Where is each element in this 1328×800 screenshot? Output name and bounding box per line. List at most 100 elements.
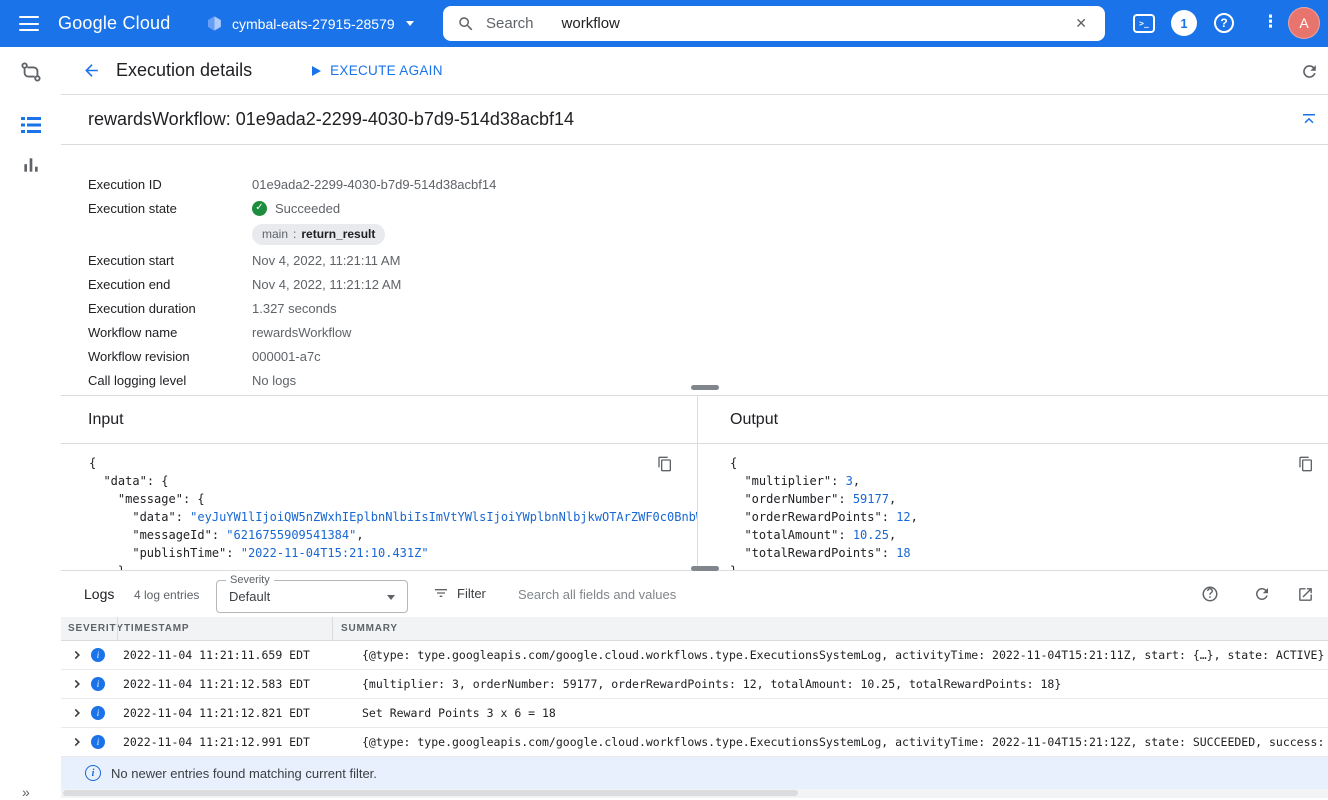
severity-value: Default	[229, 589, 270, 604]
notifications-badge[interactable]: 1	[1171, 10, 1197, 36]
copy-output-icon[interactable]	[1296, 454, 1316, 474]
collapse-all-icon[interactable]	[1298, 109, 1320, 131]
left-nav-rail: »	[0, 47, 61, 798]
filter-button[interactable]: Filter	[433, 585, 486, 601]
log-table-row[interactable]: i2022-11-04 11:21:12.821 EDTSet Reward P…	[61, 699, 1328, 728]
detail-label: Execution state	[88, 201, 252, 216]
execution-state-value: Succeeded	[275, 201, 340, 216]
chevron-down-icon	[406, 21, 414, 26]
logs-title: Logs	[84, 586, 114, 602]
info-icon: i	[85, 765, 101, 781]
logs-refresh-icon[interactable]	[1252, 584, 1272, 604]
detail-value: Nov 4, 2022, 11:21:11 AM	[252, 253, 400, 268]
execution-heading: rewardsWorkflow: 01e9ada2-2299-4030-b7d9…	[88, 109, 574, 130]
info-severity-icon: i	[91, 735, 105, 749]
code-line: "data": {	[89, 472, 697, 490]
log-table-body: i2022-11-04 11:21:11.659 EDT{@type: type…	[61, 641, 1328, 757]
code-line: "multiplier": 3,	[730, 472, 1328, 490]
detail-label: Execution end	[88, 277, 252, 292]
column-header-severity: SEVERITY	[61, 623, 117, 634]
menu-icon[interactable]	[19, 16, 39, 31]
sidebar-item-metrics[interactable]	[18, 152, 44, 178]
refresh-icon[interactable]	[1298, 60, 1320, 82]
help-icon[interactable]: ?	[1214, 13, 1234, 33]
detail-value: Nov 4, 2022, 11:21:12 AM	[252, 277, 401, 292]
column-header-timestamp: TIMESTAMP	[117, 617, 332, 640]
avatar[interactable]: A	[1288, 7, 1320, 39]
log-severity-cell: i	[61, 677, 117, 691]
search-input-value[interactable]: workflow	[562, 15, 620, 32]
project-icon	[206, 15, 223, 32]
log-severity-cell: i	[61, 648, 117, 662]
detail-row: Execution state ✓ Succeeded	[88, 196, 781, 220]
detail-value: 000001-a7c	[252, 349, 321, 364]
detail-label: Workflow name	[88, 325, 252, 340]
output-code: { "multiplier": 3, "orderNumber": 59177,…	[730, 454, 1328, 570]
project-name: cymbal-eats-27915-28579	[232, 16, 395, 32]
sidebar-item-executions[interactable]	[18, 112, 44, 138]
severity-label: Severity	[226, 574, 274, 586]
horizontal-resize-handle[interactable]	[691, 566, 719, 571]
execution-toolbar: Execution details EXECUTE AGAIN	[61, 47, 1328, 95]
cloud-shell-icon[interactable]: >_	[1133, 14, 1155, 33]
code-line: {	[730, 454, 1328, 472]
log-summary: {multiplier: 3, orderNumber: 59177, orde…	[332, 677, 1328, 691]
execution-id-value: 01e9ada2-2299-4030-b7d9-514d38acbf14	[252, 177, 496, 192]
info-severity-icon: i	[91, 648, 105, 662]
final-step-chip: main : return_result	[252, 224, 385, 245]
log-table-row[interactable]: i2022-11-04 11:21:12.583 EDT{multiplier:…	[61, 670, 1328, 699]
project-selector[interactable]: cymbal-eats-27915-28579	[206, 0, 414, 47]
final-step-row: main : return_result	[88, 220, 781, 248]
success-check-icon: ✓	[252, 201, 267, 216]
detail-row: Call logging level No logs	[88, 368, 781, 392]
scrollbar-thumb[interactable]	[63, 790, 798, 796]
logs-search-input[interactable]: Search all fields and values	[518, 587, 676, 602]
workflows-product-icon[interactable]	[18, 59, 44, 85]
chip-separator: :	[293, 227, 296, 241]
log-timestamp: 2022-11-04 11:21:12.991 EDT	[117, 735, 332, 749]
more-options-icon[interactable]: ⋮	[1258, 12, 1283, 32]
logs-toolbar: Logs 4 log entries Severity Default Filt…	[61, 570, 1328, 617]
copy-input-icon[interactable]	[655, 454, 675, 474]
info-banner: i No newer entries found matching curren…	[61, 757, 1328, 789]
log-severity-cell: i	[61, 706, 117, 720]
detail-row: Execution duration 1.327 seconds	[88, 296, 781, 320]
detail-value: 1.327 seconds	[252, 301, 337, 316]
code-line: }	[89, 562, 697, 570]
detail-row: Workflow revision 000001-a7c	[88, 344, 781, 368]
detail-row: Execution start Nov 4, 2022, 11:21:11 AM	[88, 248, 781, 272]
severity-dropdown[interactable]: Severity Default	[216, 580, 408, 613]
horizontal-scrollbar	[61, 789, 1328, 798]
back-arrow-icon[interactable]	[81, 61, 101, 81]
chevron-down-icon	[387, 595, 395, 600]
execute-again-button[interactable]: EXECUTE AGAIN	[312, 63, 443, 78]
expand-chevron-icon[interactable]	[73, 708, 82, 718]
code-line: "totalRewardPoints": 18	[730, 544, 1328, 562]
logs-help-icon[interactable]	[1200, 584, 1220, 604]
open-in-new-icon[interactable]	[1295, 584, 1315, 604]
output-panel: Output { "multiplier": 3, "orderNumber":…	[698, 396, 1328, 570]
detail-label: Execution start	[88, 253, 252, 268]
banner-message: No newer entries found matching current …	[111, 766, 377, 781]
clear-search-icon[interactable]: ✕	[1071, 13, 1091, 34]
expand-chevron-icon[interactable]	[73, 650, 82, 660]
log-table-header: SEVERITY TIMESTAMP SUMMARY	[61, 617, 1328, 641]
google-cloud-logo[interactable]: Google Cloud	[58, 13, 170, 34]
gcp-top-bar: Google Cloud cymbal-eats-27915-28579 Sea…	[0, 0, 1328, 47]
log-table-row[interactable]: i2022-11-04 11:21:12.991 EDT{@type: type…	[61, 728, 1328, 757]
search-icon	[457, 15, 475, 33]
input-code: { "data": { "message": { "data": "eyJuYW…	[89, 454, 697, 570]
detail-row: Workflow name rewardsWorkflow	[88, 320, 781, 344]
log-timestamp: 2022-11-04 11:21:11.659 EDT	[117, 648, 332, 662]
expand-chevron-icon[interactable]	[73, 737, 82, 747]
input-output-split: Input { "data": { "message": { "data": "…	[61, 395, 1328, 570]
horizontal-resize-handle[interactable]	[691, 385, 719, 390]
search-bar[interactable]: Search workflow ✕	[443, 6, 1105, 41]
chip-step: return_result	[301, 227, 375, 241]
expand-chevron-icon[interactable]	[73, 679, 82, 689]
code-line: "data": "eyJuYW1lIjoiQW5nZWxhIEplbnNlbiI…	[89, 508, 697, 526]
log-table-row[interactable]: i2022-11-04 11:21:11.659 EDT{@type: type…	[61, 641, 1328, 670]
column-header-summary: SUMMARY	[332, 617, 1328, 640]
logs-entry-count: 4 log entries	[134, 588, 199, 602]
page-title: Execution details	[116, 60, 252, 81]
